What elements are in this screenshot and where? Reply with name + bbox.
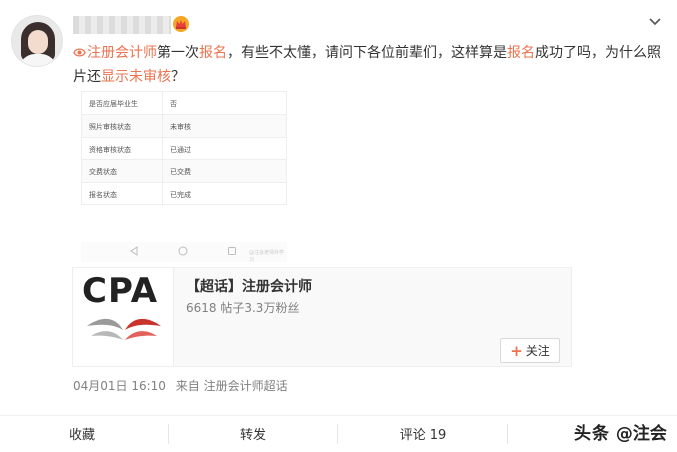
keyword-link[interactable]: 报名 [199, 45, 227, 61]
wings-icon [87, 318, 161, 340]
column-divider [162, 114, 163, 137]
post-time[interactable]: 04月01日 16:10 [73, 379, 166, 393]
plus-icon: + [510, 341, 523, 360]
avatar[interactable] [11, 15, 63, 67]
column-divider [162, 183, 163, 206]
repost-button[interactable]: 转发 [193, 424, 313, 443]
comment-count: 19 [429, 428, 447, 443]
status-value: 已完成 [170, 191, 191, 200]
column-divider [162, 137, 163, 160]
comment-label: 评论 [399, 428, 426, 443]
cpa-logo-text: CPA [82, 271, 159, 311]
avatar-face [28, 30, 48, 54]
post-text: 注册会计师第一次报名，有些不太懂，请问下各位前辈们，这样算是报名成功了吗，为什么… [73, 41, 663, 89]
topic-link[interactable]: 注册会计师 [87, 45, 157, 61]
favorite-button[interactable]: 收藏 [22, 424, 142, 443]
phone-nav-bar: @注会老师外学习 [81, 242, 287, 263]
card-meta: 6618 帖子3.3万粉丝 [186, 301, 300, 315]
text-segment: 第一次 [157, 45, 199, 61]
back-triangle-icon [130, 246, 138, 256]
status-row: 照片审核状态 未审核 [82, 114, 286, 138]
watermark-brand: 头条 [574, 424, 610, 444]
action-divider [507, 424, 508, 444]
column-divider [162, 92, 163, 114]
cpa-logo: CPA [73, 268, 174, 366]
keyword-link[interactable]: 显示未审核 [101, 69, 171, 85]
column-divider [162, 160, 163, 183]
follow-button[interactable]: + 关注 [500, 338, 560, 363]
post-meta: 04月01日 16:10 来自 注册会计师超话 [73, 377, 288, 394]
keyword-link[interactable]: 报名 [507, 45, 535, 61]
status-label: 资格审核状态 [89, 145, 131, 154]
status-value: 已交费 [170, 168, 191, 177]
recents-square-icon [228, 247, 236, 255]
status-row: 交费状态 已交费 [82, 160, 286, 184]
text-segment: ？ [171, 69, 185, 85]
status-value: 否 [170, 100, 177, 108]
crown-icon [173, 16, 189, 32]
action-divider [337, 424, 338, 444]
super-topic-icon [73, 48, 86, 57]
home-circle-icon [178, 246, 188, 256]
repost-label: 转发 [239, 428, 266, 443]
screenshot-watermark: @注会老师外学习 [249, 250, 285, 263]
follow-label: 关注 [525, 344, 550, 358]
attached-screenshot[interactable]: 是否应届毕业生 否 照片审核状态 未审核 资格审核状态 已通过 交费状态 已交费… [81, 91, 287, 206]
status-row: 资格审核状态 已通过 [82, 137, 286, 161]
favorite-label: 收藏 [68, 428, 95, 443]
status-value: 已通过 [170, 145, 191, 154]
status-value: 未审核 [170, 122, 191, 131]
watermark-handle: @注会 [615, 424, 667, 444]
weibo-post: 注册会计师第一次报名，有些不太懂，请问下各位前辈们，这样算是报名成功了吗，为什么… [0, 0, 677, 452]
toutiao-watermark: 头条 @注会 [574, 419, 667, 444]
comment-button[interactable]: 评论 19 [363, 424, 483, 443]
chevron-down-icon[interactable] [648, 17, 662, 27]
status-label: 报名状态 [89, 191, 117, 200]
text-segment: ，有些不太懂，请问下各位前辈们，这样算是 [227, 45, 507, 61]
status-label: 照片审核状态 [89, 122, 131, 131]
status-row: 是否应届毕业生 否 [82, 92, 286, 115]
post-source[interactable]: 来自 注册会计师超话 [176, 379, 288, 393]
status-row: 报名状态 已完成 [82, 183, 286, 206]
status-label: 交费状态 [89, 168, 117, 177]
card-title[interactable]: 【超话】注册会计师 [186, 276, 312, 296]
super-topic-card[interactable]: CPA 【超话】注册会计师 6618 帖子3.3万粉丝 + 关注 [72, 267, 572, 367]
username-blurred[interactable] [73, 16, 171, 34]
action-divider [168, 424, 169, 444]
status-label: 是否应届毕业生 [89, 100, 138, 108]
